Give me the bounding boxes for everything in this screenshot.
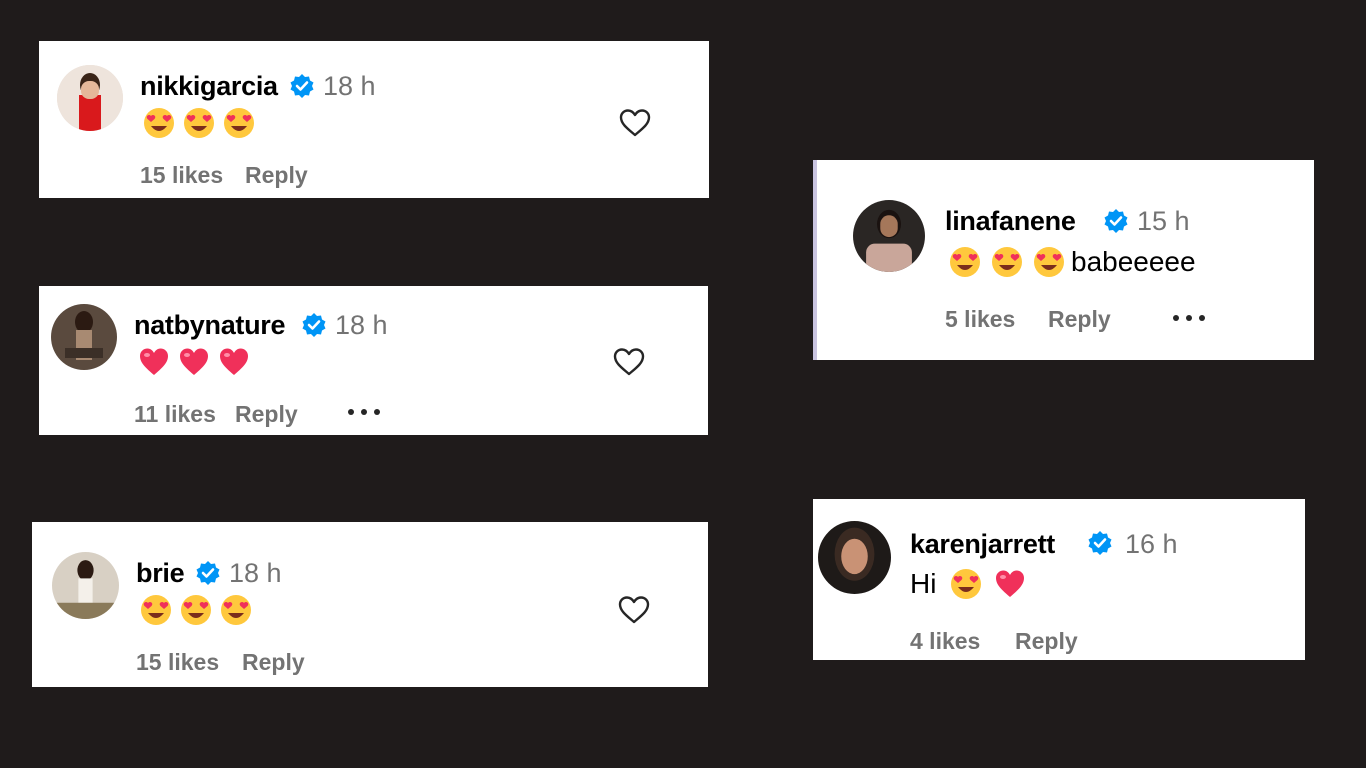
likes-count[interactable]: 4 likes [910, 628, 980, 655]
likes-count[interactable]: 11 likes [134, 401, 216, 428]
username[interactable]: karenjarrett [910, 529, 1055, 560]
avatar-photo [51, 304, 117, 370]
verified-badge-icon [1104, 209, 1128, 233]
heart-eyes-emoji [143, 107, 175, 139]
likes-count[interactable]: 5 likes [945, 306, 1015, 333]
verified-badge-icon [290, 74, 314, 98]
username[interactable]: linafanene [945, 206, 1076, 237]
comment-body [143, 107, 263, 139]
reply-button[interactable]: Reply [1015, 628, 1078, 655]
verified-badge-icon [302, 313, 326, 337]
reply-button[interactable]: Reply [1048, 306, 1111, 333]
username[interactable]: natbynature [134, 310, 286, 341]
avatar[interactable] [57, 65, 123, 131]
heart-outline-icon[interactable] [617, 594, 651, 626]
heart-eyes-emoji [950, 568, 982, 600]
red-heart-emoji [994, 568, 1026, 600]
comment-time: 18 h [335, 310, 388, 340]
red-heart-emoji [178, 346, 210, 378]
heart-eyes-emoji [991, 246, 1023, 278]
reply-button[interactable]: Reply [242, 649, 305, 676]
comment-time: 18 h [229, 558, 282, 588]
comment-body [138, 346, 258, 378]
heart-eyes-emoji [183, 107, 215, 139]
heart-eyes-emoji [1033, 246, 1065, 278]
heart-eyes-emoji [180, 594, 212, 626]
comment-time: 15 h [1137, 206, 1190, 236]
comment-card: natbynature 18 h 11 likes Reply [39, 286, 708, 435]
red-heart-emoji [218, 346, 250, 378]
comment-body: babeeeee [949, 246, 1196, 278]
verified-badge-icon [196, 561, 220, 585]
comment-card: brie 18 h 15 likes Reply [32, 522, 708, 687]
username[interactable]: brie [136, 558, 185, 589]
comment-body: Hi [910, 568, 1034, 600]
verified-badge-icon [1088, 531, 1112, 555]
heart-outline-icon[interactable] [618, 107, 652, 139]
avatar-photo [853, 200, 925, 272]
likes-count[interactable]: 15 likes [140, 162, 223, 189]
heart-eyes-emoji [949, 246, 981, 278]
avatar[interactable] [51, 304, 117, 370]
comment-time: 18 h [323, 71, 376, 101]
avatar[interactable] [52, 552, 119, 619]
heart-outline-icon[interactable] [612, 346, 646, 378]
avatar[interactable] [818, 521, 891, 594]
comment-card: nikkigarcia 18 h 15 likes Reply [39, 41, 709, 198]
comment-card: karenjarrett 16 h Hi 4 likes Reply [813, 499, 1305, 660]
comment-body [140, 594, 260, 626]
heart-eyes-emoji [220, 594, 252, 626]
comment-card: linafanene 15 h babeeeee 5 likes Reply [813, 160, 1314, 360]
comment-time: 16 h [1125, 529, 1178, 559]
likes-count[interactable]: 15 likes [136, 649, 219, 676]
avatar-photo [57, 65, 123, 131]
reply-button[interactable]: Reply [235, 401, 298, 428]
comment-text: Hi [910, 568, 937, 599]
avatar[interactable] [853, 200, 925, 272]
avatar-photo [818, 521, 891, 594]
heart-eyes-emoji [223, 107, 255, 139]
username[interactable]: nikkigarcia [140, 71, 278, 102]
comment-text: babeeeee [1071, 246, 1196, 277]
more-dots-icon[interactable] [1171, 313, 1207, 323]
red-heart-emoji [138, 346, 170, 378]
avatar-photo [52, 552, 119, 619]
heart-eyes-emoji [140, 594, 172, 626]
reply-button[interactable]: Reply [245, 162, 308, 189]
more-dots-icon[interactable] [346, 407, 382, 417]
